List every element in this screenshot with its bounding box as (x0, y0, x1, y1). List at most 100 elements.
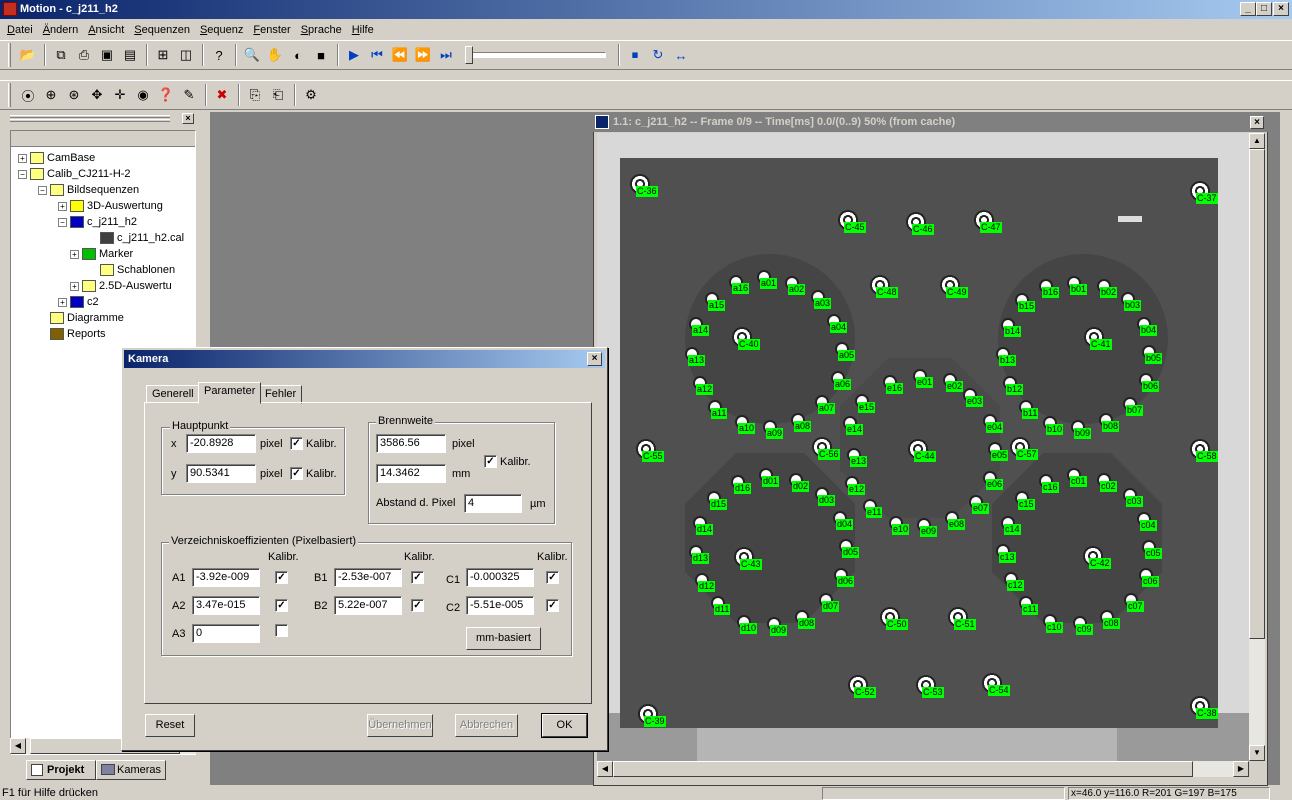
scroll-left-button[interactable]: ◀ (10, 738, 26, 754)
tree-item[interactable]: + Marker (70, 246, 133, 262)
c2-kalibr-checkbox[interactable]: ✓ (546, 599, 559, 612)
view-window-icon[interactable]: ▣ (96, 44, 118, 66)
frame-slider-thumb[interactable] (465, 46, 473, 64)
tree-expander[interactable]: + (58, 201, 67, 211)
grid-icon[interactable]: ⊞ (152, 44, 174, 66)
toolbar-grip[interactable] (8, 43, 11, 67)
marker-question-icon[interactable]: ❓ (155, 84, 177, 106)
tree-expander[interactable]: − (18, 169, 27, 179)
hscroll-thumb[interactable] (613, 761, 1193, 777)
a1-field[interactable]: -3.92e-009 (192, 568, 260, 587)
vscroll-thumb[interactable] (1249, 149, 1265, 639)
a1-kalibr-checkbox[interactable]: ✓ (275, 571, 288, 584)
panel-grip[interactable] (10, 119, 170, 122)
ok-button[interactable]: OK (541, 713, 588, 738)
menu-5[interactable]: Fenster (250, 24, 293, 36)
tab-kameras[interactable]: Kameras (96, 760, 166, 780)
marker-plus-icon[interactable]: ✛ (109, 84, 131, 106)
panel-close-button[interactable]: × (182, 113, 194, 124)
tree-item[interactable]: + c2 (58, 294, 99, 310)
print-icon[interactable]: ⎙ (73, 44, 95, 66)
image-window-close[interactable]: × (1250, 116, 1264, 129)
dialog-close-button[interactable]: × (587, 352, 602, 366)
focal-kalibr-checkbox[interactable]: ✓ (484, 455, 497, 468)
menu-3[interactable]: Sequenzen (131, 24, 193, 36)
marker-ring-icon[interactable]: ◉ (132, 84, 154, 106)
scroll-down-button[interactable]: ▼ (1249, 745, 1265, 761)
stop-square-icon[interactable]: ■ (310, 44, 332, 66)
view-image-icon[interactable]: ▤ (119, 44, 141, 66)
tree-item[interactable]: c_j211_h2.cal (88, 230, 184, 246)
scroll-right-button[interactable]: ▶ (1233, 761, 1249, 777)
abstand-field[interactable]: 4 (464, 494, 522, 513)
tree-item[interactable]: − c_j211_h2 (58, 214, 137, 230)
tree-item[interactable]: Schablonen (88, 262, 175, 278)
marker-cross-icon[interactable]: ⊕ (40, 84, 62, 106)
template-icon[interactable]: ⎘ (244, 84, 266, 106)
x-field[interactable]: -20.8928 (186, 434, 256, 453)
frame-slider[interactable] (465, 46, 606, 64)
a3-field[interactable]: 0 (192, 624, 260, 643)
b2-kalibr-checkbox[interactable]: ✓ (411, 599, 424, 612)
zoom-icon[interactable]: 🔍 (241, 44, 263, 66)
b1-kalibr-checkbox[interactable]: ✓ (411, 571, 424, 584)
tree-item[interactable]: + CamBase (18, 150, 95, 166)
menu-0[interactable]: Datei (4, 24, 36, 36)
record-stop-icon[interactable]: ⏹ (624, 44, 646, 66)
y-kalibr-checkbox[interactable]: ✓ (290, 467, 303, 480)
menu-7[interactable]: Hilfe (349, 24, 377, 36)
tree-item[interactable]: Diagramme (38, 310, 124, 326)
y-field[interactable]: 90.5341 (186, 464, 256, 483)
last-frame-icon[interactable]: ⏭ (435, 44, 457, 66)
loop-icon[interactable]: ↻ (647, 44, 669, 66)
tab-projekt[interactable]: Projekt (26, 760, 96, 780)
maximize-button[interactable]: □ (1256, 2, 1272, 16)
image-hscroll[interactable]: ◀ ▶ (597, 761, 1249, 777)
next-frame-icon[interactable]: ⏩ (412, 44, 434, 66)
template-edit-icon[interactable]: ⎗ (267, 84, 289, 106)
b1-field[interactable]: -2.53e-007 (334, 568, 402, 587)
bounce-icon[interactable]: ↔ (670, 44, 692, 66)
settings-icon[interactable]: ⚙ (300, 84, 322, 106)
c1-kalibr-checkbox[interactable]: ✓ (546, 571, 559, 584)
tree-item[interactable]: − Bildsequenzen (38, 182, 139, 198)
b2-field[interactable]: 5.22e-007 (334, 596, 402, 615)
help-icon[interactable]: ? (208, 44, 230, 66)
tree-expander[interactable]: + (70, 281, 79, 291)
x-kalibr-checkbox[interactable]: ✓ (290, 437, 303, 450)
first-frame-icon[interactable]: ⏮ (366, 44, 388, 66)
tree-item[interactable]: +3D-Auswertung (58, 198, 163, 214)
c1-field[interactable]: -0.000325 (466, 568, 534, 587)
cancel-button[interactable]: Abbrechen (455, 714, 518, 737)
marker-red-icon[interactable]: ✖ (211, 84, 233, 106)
tree-expander[interactable]: + (18, 153, 27, 163)
mm-basiert-button[interactable]: mm-basiert (466, 627, 541, 650)
focal-pixel-field[interactable]: 3586.56 (376, 434, 446, 453)
marker-dot-icon[interactable]: ⦿ (17, 84, 39, 106)
tree-expander[interactable]: − (58, 217, 67, 227)
tree-expander[interactable]: − (38, 185, 47, 195)
menu-6[interactable]: Sprache (298, 24, 345, 36)
marker-quad-icon[interactable]: ✥ (86, 84, 108, 106)
menu-4[interactable]: Sequenz (197, 24, 246, 36)
tree-expander[interactable]: + (58, 297, 67, 307)
toolbar-grip[interactable] (8, 83, 11, 107)
tree-item[interactable]: − Calib_CJ211-H-2 (18, 166, 131, 182)
marker-pen-icon[interactable]: ✎ (178, 84, 200, 106)
scroll-left-button[interactable]: ◀ (597, 761, 613, 777)
contrast-icon[interactable]: ◐ (287, 44, 309, 66)
a2-kalibr-checkbox[interactable]: ✓ (275, 599, 288, 612)
pan-hand-icon[interactable]: ✋ (264, 44, 286, 66)
tree-item[interactable]: Reports (38, 326, 106, 342)
menu-1[interactable]: Ändern (40, 24, 81, 36)
play-icon[interactable]: ▶ (343, 44, 365, 66)
scroll-up-button[interactable]: ▲ (1249, 133, 1265, 149)
focal-mm-field[interactable]: 14.3462 (376, 464, 446, 483)
minimize-button[interactable]: _ (1240, 2, 1256, 16)
a2-field[interactable]: 3.47e-015 (192, 596, 260, 615)
image-vscroll[interactable]: ▲ ▼ (1249, 133, 1265, 761)
panel-grip[interactable] (10, 115, 170, 118)
menu-2[interactable]: Ansicht (85, 24, 127, 36)
copy-icon[interactable]: ⧉ (50, 44, 72, 66)
prev-frame-icon[interactable]: ⏪ (389, 44, 411, 66)
